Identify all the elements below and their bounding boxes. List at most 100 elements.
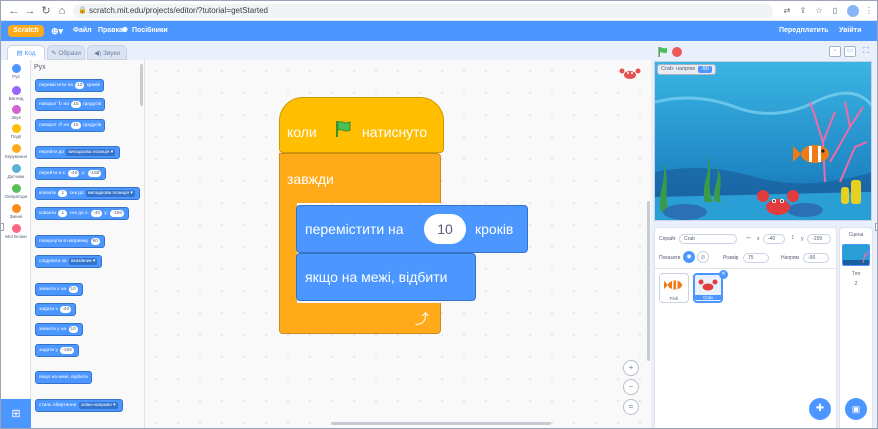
choose-backdrop-button[interactable]: ▣ xyxy=(845,398,867,420)
fullscreen-icon[interactable]: ⛶ xyxy=(860,46,872,57)
monitor-value: -90 xyxy=(697,66,712,73)
address-bar[interactable]: 🔒 scratch.mit.edu/projects/editor/?tutor… xyxy=(73,4,773,18)
add-extension-button[interactable]: ⊞ xyxy=(1,399,31,428)
large-stage-icon[interactable]: ▭ xyxy=(844,46,856,57)
palette-block-point-towards[interactable]: слідувати за вказівник ▾ xyxy=(35,255,103,268)
control-dot-icon xyxy=(11,144,21,153)
fish-thumb-icon xyxy=(664,280,682,290)
lock-icon: 🔒 xyxy=(78,7,87,14)
sound-dot-icon xyxy=(11,105,21,114)
zoom-reset-button[interactable]: = xyxy=(623,399,639,415)
share-icon[interactable]: ⇪ xyxy=(797,4,809,18)
palette-block-glide-xy[interactable]: ковзати 1 сек до x: -40 y: -159 xyxy=(35,207,129,220)
menu-file[interactable]: Файл xyxy=(73,21,92,41)
underwater-backdrop xyxy=(655,62,871,220)
hide-eye-icon[interactable]: ⊘ xyxy=(697,251,709,263)
y-arrows-icon: ↕ xyxy=(791,234,795,241)
size-input[interactable]: 75 xyxy=(743,253,769,263)
zoom-out-button[interactable]: − xyxy=(623,379,639,395)
current-sprite-crab-icon xyxy=(619,67,641,84)
direction-monitor[interactable]: Crab: напрям -90 xyxy=(657,64,716,75)
left-resize-handle[interactable] xyxy=(1,223,4,231)
zoom-reset-icon: = xyxy=(628,402,634,411)
menu-edit[interactable]: Правка xyxy=(98,21,123,41)
reload-icon[interactable]: ↻ xyxy=(39,4,53,18)
green-flag-button[interactable] xyxy=(657,46,669,58)
category-events[interactable]: Події xyxy=(1,124,31,146)
category-control[interactable]: Керування xyxy=(1,144,31,166)
palette-block-set-x[interactable]: задати x -40 xyxy=(35,303,77,316)
palette-block-change-y[interactable]: змінити y на 10 xyxy=(35,323,83,336)
palette-block-go-to-xy[interactable]: перейти в x: -40 y: -159 xyxy=(35,167,107,180)
tab-code[interactable]: ▤ Код xyxy=(7,45,45,61)
menu-sign-in[interactable]: Увійти xyxy=(839,21,861,41)
show-eye-icon[interactable]: ◉ xyxy=(683,251,695,263)
small-stage-icon[interactable]: ▫ xyxy=(829,46,841,57)
browser-menu-icon[interactable]: ⋮ xyxy=(863,4,875,18)
cat-plus-icon: ✚ xyxy=(815,403,825,414)
tab-costumes[interactable]: ✎ Образи xyxy=(47,45,85,60)
direction-input[interactable]: -90 xyxy=(803,253,829,263)
category-sensing[interactable]: Датчики xyxy=(1,164,31,186)
backdrop-thumbnail[interactable] xyxy=(842,244,870,266)
palette-block-go-to[interactable]: перейти до випадкова позиція ▾ xyxy=(35,146,121,159)
category-motion[interactable]: Рух xyxy=(1,64,31,86)
category-my-blocks[interactable]: Мої Блоки xyxy=(1,224,31,246)
palette-block-bounce[interactable]: якщо на межі, відбити xyxy=(35,371,92,384)
y-label: y xyxy=(801,236,804,242)
category-variables[interactable]: Змінні xyxy=(1,204,31,226)
star-icon[interactable]: ☆ xyxy=(813,4,825,18)
workspace-horizontal-scrollbar[interactable] xyxy=(331,422,551,425)
sprite-thumb-name: Fish xyxy=(669,296,679,301)
move-block-unit: кроків xyxy=(475,221,514,237)
hat-block-label-post: натиснуто xyxy=(362,124,428,140)
menu-tutorials[interactable]: Посібники xyxy=(132,21,168,41)
sprite-name-label: Спрайт xyxy=(659,236,676,242)
back-arrow-icon[interactable]: ← xyxy=(7,4,21,18)
crab-thumb-icon xyxy=(698,279,718,291)
palette-block-change-x[interactable]: змінити x на 10 xyxy=(35,283,83,296)
scratch-logo[interactable]: Scratch xyxy=(8,25,44,37)
stage-canvas[interactable] xyxy=(654,61,872,221)
stop-button[interactable] xyxy=(672,47,682,57)
category-menu: Рух Вигляд Звук Події Керування Датчики … xyxy=(1,60,31,400)
variables-dot-icon xyxy=(11,204,21,213)
crab-icon xyxy=(619,68,641,79)
sensing-dot-icon xyxy=(11,164,21,173)
x-position-input[interactable]: -40 xyxy=(763,234,785,244)
sprite-thumb-fish[interactable]: Fish xyxy=(659,273,689,303)
speaker-icon: ◀) xyxy=(94,50,103,57)
my-blocks-dot-icon xyxy=(11,224,21,233)
forward-arrow-icon[interactable]: → xyxy=(23,4,37,18)
palette-block-set-y[interactable]: задати y -159 xyxy=(35,344,79,357)
palette-block-point-in-direction[interactable]: повернути в напрямку 90 xyxy=(35,235,105,248)
translate-icon[interactable]: ⇄ xyxy=(781,4,793,18)
workspace-vertical-scrollbar[interactable] xyxy=(647,201,650,361)
language-globe-icon[interactable]: ⊕▾ xyxy=(51,21,63,41)
zoom-in-button[interactable]: + xyxy=(623,360,639,376)
sprite-thumb-crab[interactable]: Crab xyxy=(693,273,723,303)
palette-block-turn-left[interactable]: поворот ↺ на 15 градусів xyxy=(35,119,106,132)
choose-sprite-button[interactable]: ✚ xyxy=(809,398,831,420)
palette-block-glide-to[interactable]: ковзати 1 сек до випадкова позиція ▾ xyxy=(35,187,140,200)
palette-scrollbar[interactable] xyxy=(140,64,143,106)
hat-block-label-pre: коли xyxy=(287,124,317,140)
tutorials-bulb-icon[interactable]: ✺ xyxy=(122,21,128,41)
browser-toolbar: ← → ↻ ⌂ 🔒 scratch.mit.edu/projects/edito… xyxy=(1,1,877,21)
tab-sounds[interactable]: ◀) Звуки xyxy=(87,45,127,60)
backdrop-thumb-image xyxy=(843,245,869,265)
palette-block-turn-right[interactable]: поворот ↻ на 15 градусів xyxy=(35,98,106,111)
move-steps-input[interactable]: 10 xyxy=(424,214,466,244)
move-block-label: перемістити на xyxy=(305,221,404,237)
sprite-name-input[interactable]: Crab xyxy=(679,234,737,244)
palette-block-move[interactable]: перемістити на 10 кроків xyxy=(35,79,104,92)
y-position-input[interactable]: -159 xyxy=(807,234,831,244)
delete-sprite-trash-icon[interactable]: ✕ xyxy=(719,270,728,279)
profile-avatar[interactable] xyxy=(847,5,859,17)
home-icon[interactable]: ⌂ xyxy=(55,4,69,18)
category-operators[interactable]: Оператори xyxy=(1,184,31,206)
palette-block-rotation-style[interactable]: стиль обертання зліва-направо ▾ xyxy=(35,399,123,412)
sidebar-toggle-icon[interactable]: ▯ xyxy=(829,4,841,18)
menu-join[interactable]: Передплатить xyxy=(779,21,829,41)
zoom-out-icon: − xyxy=(628,382,634,391)
